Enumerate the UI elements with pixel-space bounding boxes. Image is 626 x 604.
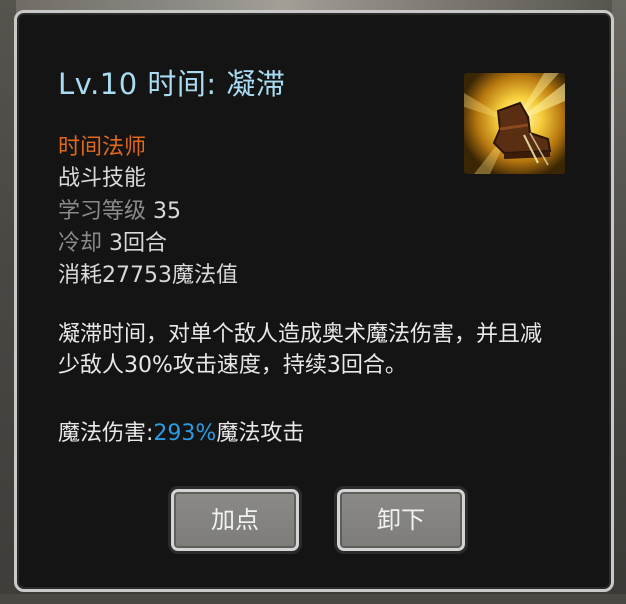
learn-level: 学习等级 35 <box>58 193 181 225</box>
unequip-button[interactable]: 卸下 <box>337 489 465 551</box>
cooldown: 冷却 3回合 <box>58 225 167 257</box>
cooldown-label: 冷却 <box>58 231 103 256</box>
skill-description: 凝滞时间，对单个敌人造成奥术魔法伤害，并且减少敌人30%攻击速度，持续3回合。 <box>58 322 543 378</box>
learn-level-value: 35 <box>153 199 182 224</box>
learn-level-label: 学习等级 <box>58 199 147 224</box>
magic-damage-percent: 293% <box>153 421 217 446</box>
background-right <box>612 0 626 604</box>
golden-boot-icon <box>464 73 565 174</box>
mana-cost: 消耗27753魔法值 <box>58 263 238 288</box>
golden-boot-icon-art <box>464 73 565 174</box>
skill-title: Lv.10 时间: 凝滞 <box>58 67 286 101</box>
magic-damage-suffix: 魔法攻击 <box>216 421 305 446</box>
cooldown-value: 3回合 <box>109 231 168 256</box>
skill-tooltip-panel: Lv.10 时间: 凝滞 时间法师 战斗技能 学习等级 35 冷却 3回合 消耗… <box>14 10 614 592</box>
skill-class: 时间法师 <box>58 135 147 160</box>
background-bottom <box>0 594 626 604</box>
add-point-button[interactable]: 加点 <box>171 489 299 551</box>
skill-type: 战斗技能 <box>58 166 147 191</box>
magic-damage: 魔法伤害:293%魔法攻击 <box>58 415 304 447</box>
magic-damage-label: 魔法伤害: <box>58 421 154 446</box>
